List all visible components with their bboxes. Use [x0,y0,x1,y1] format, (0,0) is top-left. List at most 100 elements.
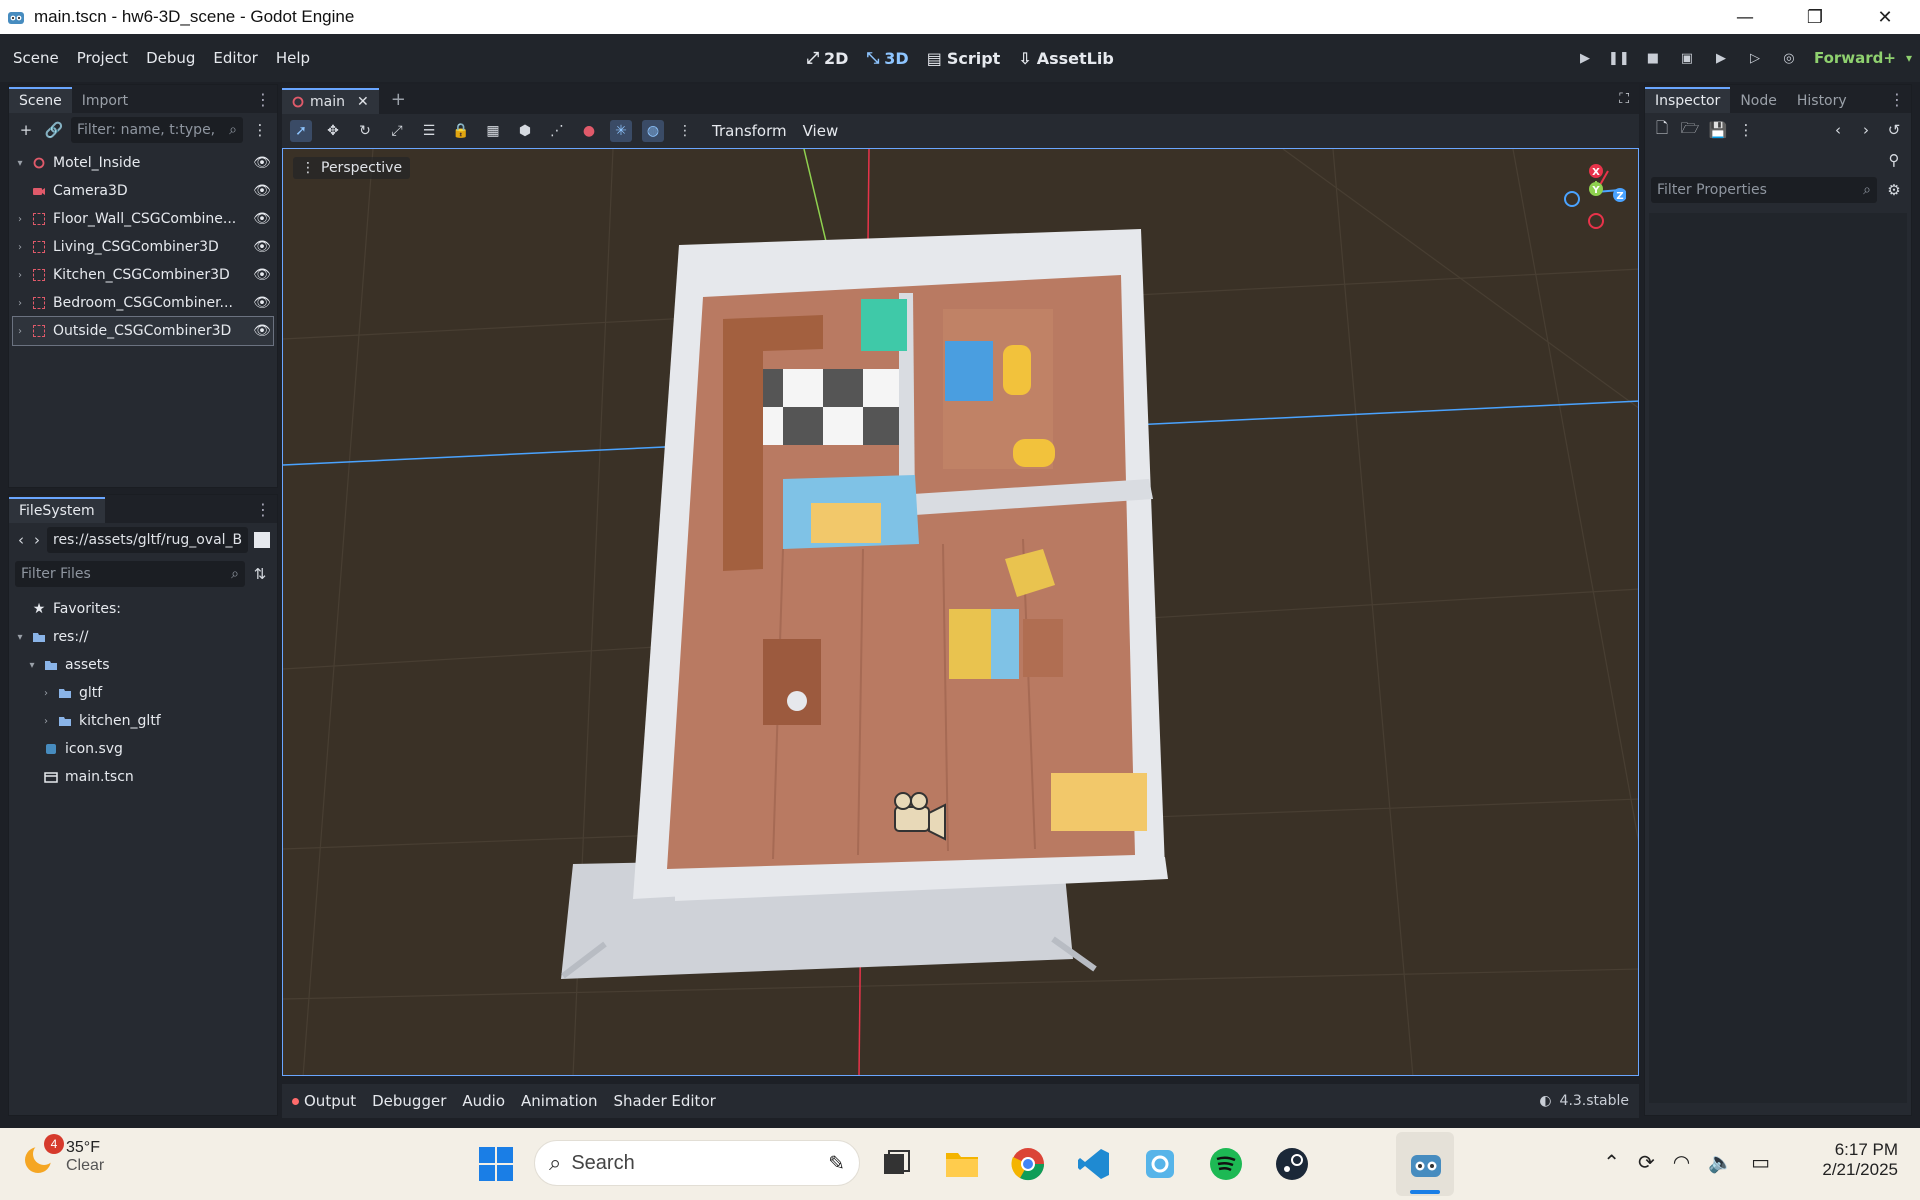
group-icon[interactable]: ▦ [482,120,504,142]
tree-node-camera3d[interactable]: Camera3D 👁 [13,177,273,205]
view-menu[interactable]: View [803,122,839,140]
path-field[interactable]: res://assets/gltf/rug_oval_B [47,527,249,553]
chevron-right-icon[interactable]: › [13,326,27,337]
more-options-icon[interactable]: ⋮ [674,120,696,142]
workspace-assetlib-button[interactable]: ⇩ AssetLib [1018,49,1113,68]
menu-debug[interactable]: Debug [137,49,204,67]
list-select-icon[interactable]: ☰ [418,120,440,142]
pause-icon[interactable]: ❚❚ [1606,45,1632,71]
menu-scene[interactable]: Scene [0,49,68,67]
scale-mode-icon[interactable]: ⤢ [386,120,408,142]
link-icon[interactable]: 🔗 [43,119,65,141]
renderer-selector[interactable]: Forward+ [1814,49,1896,67]
add-node-icon[interactable]: + [15,119,37,141]
file-main-tscn[interactable]: main.tscn [13,763,273,791]
tree-node-floor-wall[interactable]: › Floor_Wall_CSGCombine... 👁 [13,205,273,233]
visibility-eye-icon[interactable]: 👁 [251,267,273,283]
start-button[interactable] [474,1142,518,1186]
version-indicator[interactable]: ◐ 4.3.stable [1539,1093,1629,1109]
snipping-tool-icon[interactable] [1138,1142,1182,1186]
tab-inspector[interactable]: Inspector [1645,87,1731,113]
scene-filter-input[interactable]: Filter: name, t:type, ⌕ [71,117,243,143]
world-environment-icon[interactable]: ◍ [642,120,664,142]
workspace-3d-button[interactable]: ⤡ 3D [866,48,908,68]
chevron-right-icon[interactable]: › [39,688,53,699]
ruler-mode-icon[interactable]: ⬢ [514,120,536,142]
workspace-2d-button[interactable]: ⤢ 2D [806,48,848,68]
folder-res[interactable]: ▾ res:// [13,623,273,651]
visibility-eye-icon[interactable]: 👁 [251,155,273,171]
chevron-down-icon[interactable]: ▾ [13,158,27,169]
visibility-eye-icon[interactable]: 👁 [251,183,273,199]
orientation-gizmo[interactable]: X Y Z [1536,159,1626,229]
chevron-right-icon[interactable]: › [13,270,27,281]
wifi-icon[interactable]: ◠ [1673,1150,1690,1174]
play-icon[interactable]: ▶ [1572,45,1598,71]
tab-scene[interactable]: Scene [9,87,72,113]
tab-history[interactable]: History [1787,89,1857,113]
open-resource-icon[interactable]: 🗁 [1679,119,1701,141]
tab-output[interactable]: Output [292,1092,356,1110]
steam-icon[interactable] [1270,1142,1314,1186]
select-mode-icon[interactable]: ➚ [290,120,312,142]
preview-sun-icon[interactable]: ● [578,120,600,142]
new-resource-icon[interactable]: 🗋 [1651,119,1673,141]
tree-node-bedroom[interactable]: › Bedroom_CSGCombiner... 👁 [13,289,273,317]
stop-icon[interactable]: ■ [1640,45,1666,71]
volume-icon[interactable]: 🔈 [1708,1150,1733,1174]
menu-editor[interactable]: Editor [204,49,266,67]
dock-menu-icon[interactable]: ⋮ [255,500,271,519]
history-forward-icon[interactable]: › [1855,119,1877,141]
menu-help[interactable]: Help [267,49,319,67]
chevron-right-icon[interactable]: › [13,298,27,309]
play-custom-scene-icon[interactable]: ▷ [1742,45,1768,71]
dock-menu-icon[interactable]: ⋮ [255,90,271,109]
resource-options-icon[interactable]: ⋮ [1735,119,1757,141]
tab-audio[interactable]: Audio [462,1092,505,1110]
scene-options-icon[interactable]: ⋮ [249,119,271,141]
object-properties-icon[interactable]: ⚲ [1883,149,1905,171]
chevron-down-icon[interactable]: ▾ [25,660,39,671]
dock-menu-icon[interactable]: ⋮ [1889,90,1905,109]
back-icon[interactable]: ‹ [15,529,27,551]
folder-gltf[interactable]: › gltf [13,679,273,707]
lock-icon[interactable]: 🔒 [450,120,472,142]
tab-import[interactable]: Import [72,89,138,113]
add-scene-tab-button[interactable]: + [379,85,418,114]
files-filter-input[interactable]: Filter Files ⌕ [15,561,245,587]
file-explorer-icon[interactable] [940,1142,984,1186]
scene-tab-main[interactable]: main ✕ [282,88,379,114]
tree-node-outside[interactable]: › Outside_CSGCombiner3D 👁 [12,316,274,346]
tab-debugger[interactable]: Debugger [372,1092,446,1110]
remote-debug-icon[interactable]: ▣ [1674,45,1700,71]
chevron-right-icon[interactable]: › [13,214,27,225]
maximize-button[interactable]: ❐ [1780,0,1850,34]
move-mode-icon[interactable]: ✥ [322,120,344,142]
tree-node-living[interactable]: › Living_CSGCombiner3D 👁 [13,233,273,261]
snap-icon[interactable]: ⋰ [546,120,568,142]
sun-environment-icon[interactable]: ✳ [610,120,632,142]
vscode-icon[interactable] [1072,1142,1116,1186]
chevron-right-icon[interactable]: › [39,716,53,727]
tab-animation[interactable]: Animation [521,1092,597,1110]
play-scene-icon[interactable]: ▶ [1708,45,1734,71]
visibility-eye-icon[interactable]: 👁 [251,295,273,311]
taskbar-search-box[interactable]: ⌕ Search ✎ [534,1140,860,1186]
visibility-eye-icon[interactable]: 👁 [251,211,273,227]
close-icon[interactable]: ✕ [357,94,369,110]
sort-icon[interactable]: ⇅ [249,563,271,585]
godot-taskbar-icon[interactable] [1404,1142,1448,1186]
perspective-menu[interactable]: ⋮ Perspective [293,157,411,179]
minimize-button[interactable]: — [1710,0,1780,34]
folder-assets[interactable]: ▾ assets [13,651,273,679]
chrome-icon[interactable] [1006,1142,1050,1186]
movie-maker-icon[interactable]: ◎ [1776,45,1802,71]
menu-project[interactable]: Project [68,49,137,67]
save-resource-icon[interactable]: 💾 [1707,119,1729,141]
chevron-down-icon[interactable]: ▾ [1906,51,1912,65]
weather-widget[interactable]: 4 35°F Clear [20,1134,104,1176]
chevron-down-icon[interactable]: ▾ [13,632,27,643]
workspace-script-button[interactable]: ▤ Script [927,49,1001,68]
chevron-right-icon[interactable]: › [13,242,27,253]
visibility-eye-icon[interactable]: 👁 [251,323,273,339]
